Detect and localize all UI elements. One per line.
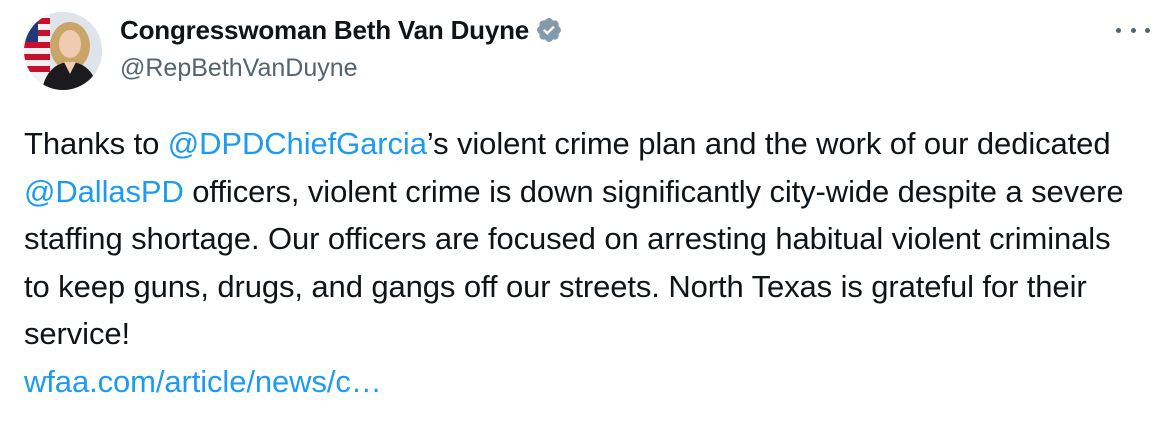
tweet-header: Congresswoman Beth Van Duyne @RepBethVan… bbox=[120, 14, 563, 83]
tweet-card: Congresswoman Beth Van Duyne @RepBethVan… bbox=[0, 0, 1172, 434]
more-dot bbox=[1130, 27, 1136, 33]
mention-dpdchiefgarcia[interactable]: @DPDChiefGarcia bbox=[168, 126, 427, 161]
author-handle[interactable]: @RepBethVanDuyne bbox=[120, 54, 563, 83]
tweet-text-segment: officers, violent crime is down signific… bbox=[24, 173, 1124, 352]
name-row: Congresswoman Beth Van Duyne bbox=[120, 14, 563, 46]
more-options-icon[interactable] bbox=[1116, 18, 1150, 42]
more-dot bbox=[1145, 27, 1150, 33]
tweet-text-segment: ’s violent crime plan and the work of ou… bbox=[426, 126, 1111, 161]
author-display-name[interactable]: Congresswoman Beth Van Duyne bbox=[120, 15, 529, 46]
avatar-image bbox=[24, 12, 102, 90]
mention-dallaspd[interactable]: @DallasPD bbox=[24, 174, 184, 209]
verified-badge-icon[interactable] bbox=[535, 16, 563, 44]
more-dot bbox=[1116, 27, 1121, 33]
avatar[interactable] bbox=[24, 12, 102, 90]
article-link[interactable]: wfaa.com/article/news/c… bbox=[24, 364, 382, 399]
tweet-text-segment: Thanks to bbox=[24, 126, 168, 161]
tweet-text: Thanks to @DPDChiefGarcia’s violent crim… bbox=[24, 120, 1144, 405]
